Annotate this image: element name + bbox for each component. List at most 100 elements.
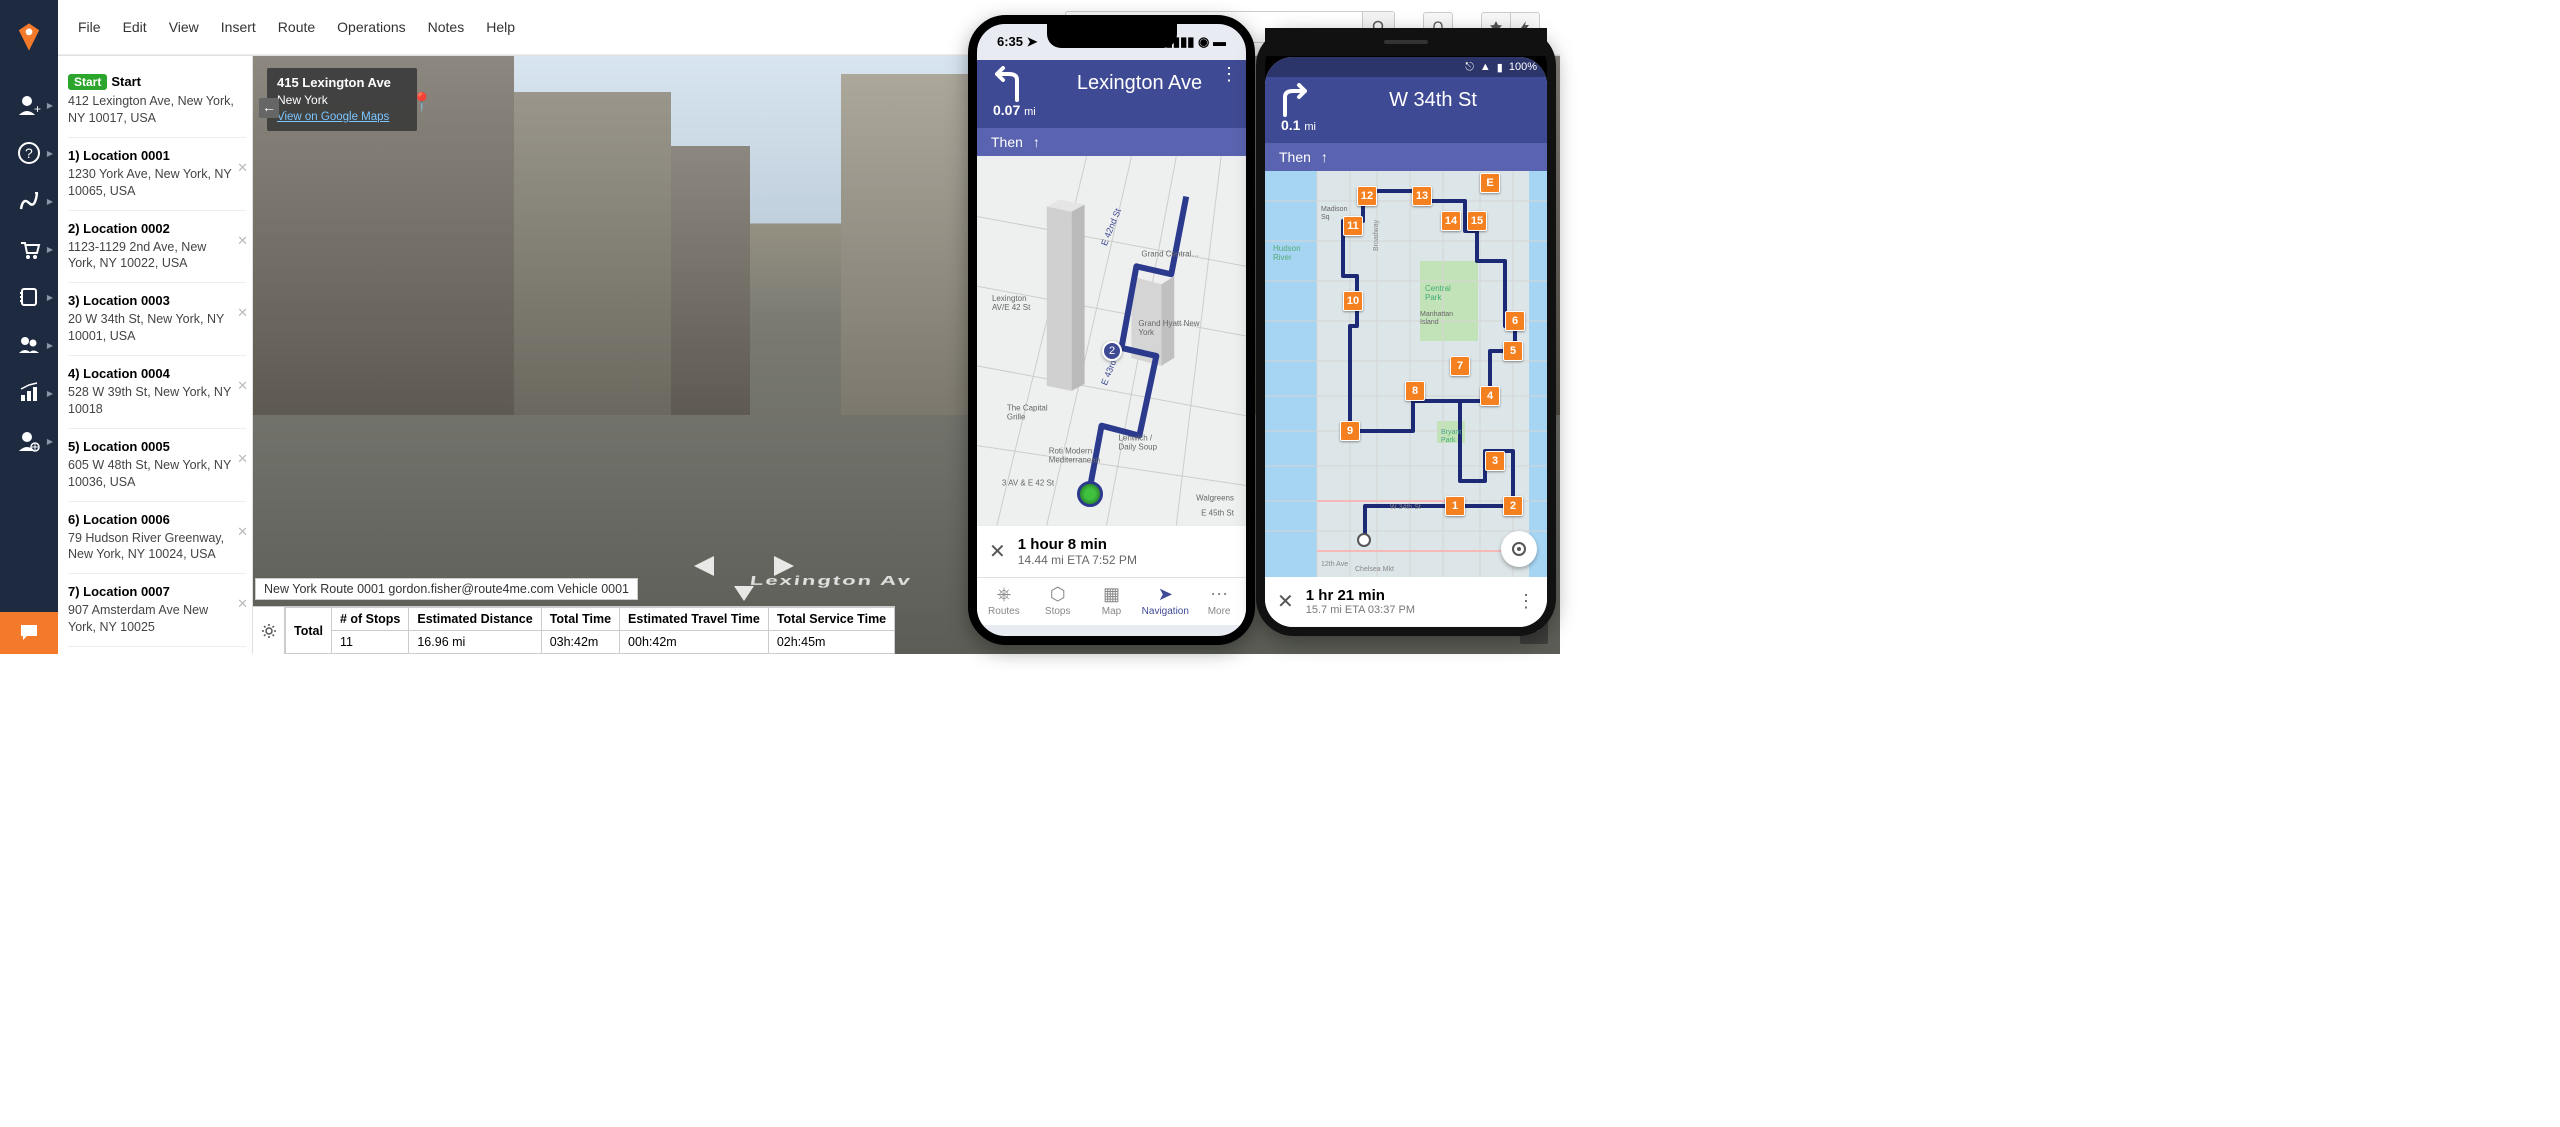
waypoint-9-marker[interactable]: 9 xyxy=(1340,421,1360,441)
eta-details: 15.7 mi ETA 03:37 PM xyxy=(1306,604,1415,616)
stats-stops-value: 11 xyxy=(331,631,408,654)
sidebar-user-settings[interactable]: ▶ xyxy=(0,424,58,458)
waypoint-3-marker[interactable]: 3 xyxy=(1485,451,1505,471)
stop-item[interactable]: 1) Location 00011230 York Ave, New York,… xyxy=(68,138,246,211)
svg-text:Madison: Madison xyxy=(1321,206,1348,213)
tab-map[interactable]: ▦Map xyxy=(1085,578,1139,625)
android-navbar: ◁ ▢ xyxy=(1265,626,1547,627)
waypoint-6-marker[interactable]: 6 xyxy=(1505,311,1525,331)
eta-details: 14.44 mi ETA 7:52 PM xyxy=(1018,553,1137,567)
distance-remaining: 0.1 mi xyxy=(1281,117,1535,133)
waypoint-7-marker[interactable]: 7 xyxy=(1450,356,1470,376)
remove-stop-button[interactable]: ✕ xyxy=(237,378,248,394)
waypoint-5-marker[interactable]: 5 xyxy=(1503,341,1523,361)
stop-item[interactable]: 2) Location 00021123-1129 2nd Ave, New Y… xyxy=(68,211,246,284)
stop-item[interactable]: 4) Location 0004528 W 39th St, New York,… xyxy=(68,356,246,429)
menu-edit[interactable]: Edit xyxy=(123,19,147,35)
stop-item[interactable]: StartStart412 Lexington Ave, New York, N… xyxy=(68,64,246,138)
waypoint-4-marker[interactable]: 4 xyxy=(1480,386,1500,406)
remove-stop-button[interactable]: ✕ xyxy=(237,233,248,249)
svg-text:Central: Central xyxy=(1425,284,1451,293)
svg-text:Grand Hyatt New: Grand Hyatt New xyxy=(1138,319,1199,328)
svg-text:Chelsea Mkt: Chelsea Mkt xyxy=(1355,566,1394,573)
left-sidebar: +▶ ?▶ ▶ ▶ ▶ ▶ ▶ ▶ xyxy=(0,0,58,654)
header-options-button[interactable]: ⋮ xyxy=(1220,64,1238,85)
sidebar-team[interactable]: ▶ xyxy=(0,328,58,362)
stop-address: 412 Lexington Ave, New York, NY 10017, U… xyxy=(68,93,246,127)
remove-stop-button[interactable]: ✕ xyxy=(237,451,248,467)
close-nav-button[interactable]: ✕ xyxy=(989,539,1006,564)
stop-title: 1) Location 0001 xyxy=(68,148,246,163)
svg-text:Bryant: Bryant xyxy=(1441,429,1461,436)
svg-text:Hudson: Hudson xyxy=(1273,244,1301,253)
waypoint-15-marker[interactable]: 15 xyxy=(1467,211,1487,231)
recenter-button[interactable] xyxy=(1501,531,1537,567)
sidebar-cart[interactable]: ▶ xyxy=(0,232,58,266)
svg-text:E 45th St: E 45th St xyxy=(1201,508,1235,517)
menu-help[interactable]: Help xyxy=(486,19,515,35)
close-nav-button[interactable]: ✕ xyxy=(1277,589,1294,614)
remove-stop-button[interactable]: ✕ xyxy=(237,305,248,321)
remove-stop-button[interactable]: ✕ xyxy=(237,524,248,540)
stops-list[interactable]: StartStart412 Lexington Ave, New York, N… xyxy=(58,56,253,654)
options-button[interactable]: ⋮ xyxy=(1517,591,1535,612)
destination-pin[interactable] xyxy=(1077,481,1103,507)
stop-item[interactable]: 3) Location 000320 W 34th St, New York, … xyxy=(68,283,246,356)
stats-settings-button[interactable] xyxy=(253,607,285,654)
stats-dist-value: 16.96 mi xyxy=(409,631,541,654)
menu-route[interactable]: Route xyxy=(278,19,315,35)
stop-title: 5) Location 0005 xyxy=(68,439,246,454)
waypoint-11-marker[interactable]: 11 xyxy=(1343,216,1363,236)
sidebar-analytics[interactable]: ▶ xyxy=(0,376,58,410)
sidebar-help[interactable]: ?▶ xyxy=(0,136,58,170)
waypoint-2-marker[interactable]: 2 xyxy=(1503,496,1523,516)
remove-stop-button[interactable]: ✕ xyxy=(237,160,248,176)
waypoint-E-marker[interactable]: E xyxy=(1480,173,1500,193)
stats-travel-header: Estimated Travel Time xyxy=(620,608,769,631)
nav-arrows[interactable] xyxy=(684,546,804,606)
stop-item[interactable]: 5) Location 0005605 W 48th St, New York,… xyxy=(68,429,246,502)
signal-icon: ▲ xyxy=(1480,61,1491,73)
svg-text:Lenwich /: Lenwich / xyxy=(1118,434,1152,443)
sidebar-routes[interactable]: ▶ xyxy=(0,184,58,218)
waypoint-2-pin[interactable]: 2 xyxy=(1102,341,1122,361)
eta-duration: 1 hr 21 min xyxy=(1306,587,1415,604)
remove-stop-button[interactable]: ✕ xyxy=(237,596,248,612)
menu-file[interactable]: File xyxy=(78,19,101,35)
menu-insert[interactable]: Insert xyxy=(221,19,256,35)
menu-operations[interactable]: Operations xyxy=(337,19,405,35)
svg-text:Grand Central…: Grand Central… xyxy=(1141,249,1199,258)
waypoint-1-marker[interactable]: 1 xyxy=(1445,496,1465,516)
svg-text:Mediterranean: Mediterranean xyxy=(1049,456,1100,465)
chat-button[interactable] xyxy=(0,612,58,654)
svg-text:Grille: Grille xyxy=(1007,413,1026,422)
stop-address: 20 W 34th St, New York, NY 10001, USA xyxy=(68,311,246,345)
stop-item[interactable]: 7) Location 0007907 Amsterdam Ave New Yo… xyxy=(68,574,246,647)
back-button[interactable]: ← xyxy=(259,98,279,118)
pixel-eta-row: ✕ 1 hr 21 min 15.7 mi ETA 03:37 PM ⋮ xyxy=(1265,577,1547,626)
stats-dist-header: Estimated Distance xyxy=(409,608,541,631)
pixel-map[interactable]: HudsonRiver CentralPark ManhattanIsland … xyxy=(1265,171,1547,577)
tab-routes[interactable]: ⎈Routes xyxy=(977,578,1031,625)
menu-view[interactable]: View xyxy=(169,19,199,35)
svg-text:Roti Modern: Roti Modern xyxy=(1049,447,1092,456)
stop-address: 907 Amsterdam Ave New York, NY 10025 xyxy=(68,602,246,636)
waypoint-13-marker[interactable]: 13 xyxy=(1412,186,1432,206)
waypoint-10-marker[interactable]: 10 xyxy=(1343,291,1363,311)
menu-notes[interactable]: Notes xyxy=(428,19,465,35)
stops-icon: ⬡ xyxy=(1031,584,1085,605)
svg-text:Sq: Sq xyxy=(1321,214,1330,221)
tab-more[interactable]: ⋯More xyxy=(1192,578,1246,625)
waypoint-8-marker[interactable]: 8 xyxy=(1405,381,1425,401)
iphone-nav-header: ⋮ Lexington Ave 0.07 mi xyxy=(977,60,1246,128)
tab-navigation[interactable]: ➤Navigation xyxy=(1138,578,1192,625)
iphone-map[interactable]: LexingtonAV/E 42 St Grand Central… Grand… xyxy=(977,156,1246,526)
tab-stops[interactable]: ⬡Stops xyxy=(1031,578,1085,625)
waypoint-14-marker[interactable]: 14 xyxy=(1441,211,1461,231)
svg-text:York: York xyxy=(1138,328,1154,337)
sidebar-addressbook[interactable]: ▶ xyxy=(0,280,58,314)
sidebar-add-user[interactable]: +▶ xyxy=(0,88,58,122)
google-maps-link[interactable]: View on Google Maps xyxy=(277,109,407,125)
stop-item[interactable]: 6) Location 000679 Hudson River Greenway… xyxy=(68,502,246,575)
waypoint-12-marker[interactable]: 12 xyxy=(1357,186,1377,206)
